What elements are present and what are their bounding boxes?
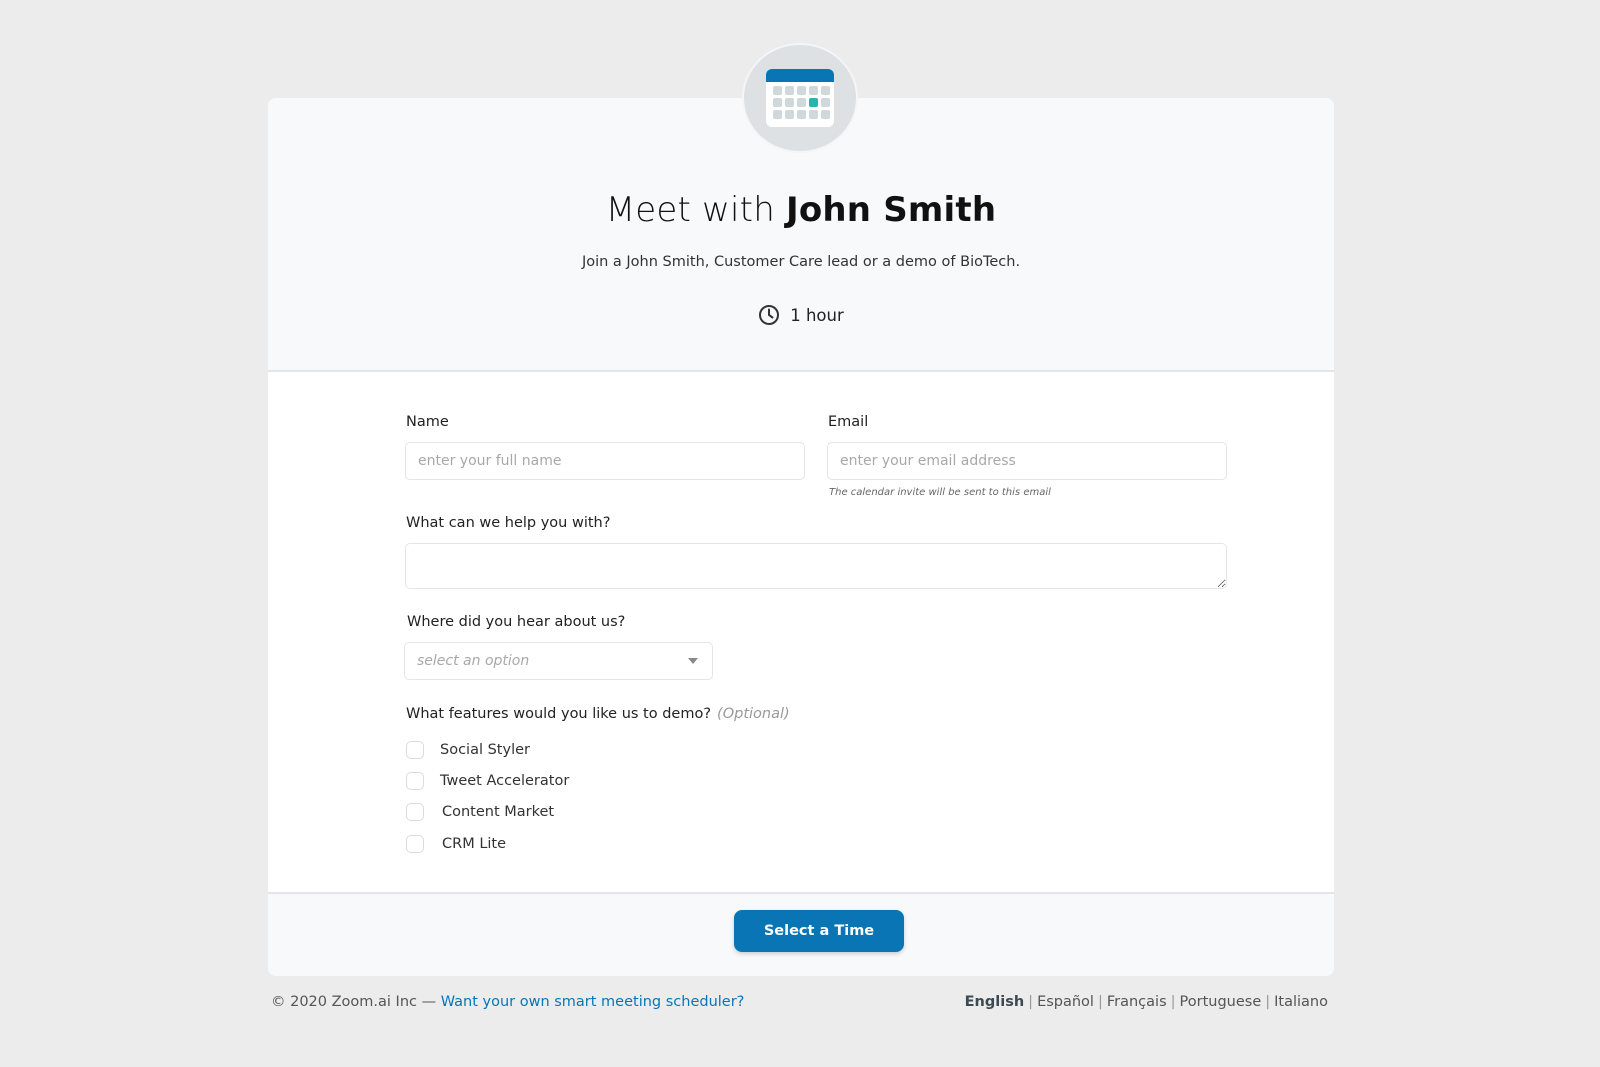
- feature-checkbox-content-market[interactable]: [406, 803, 424, 821]
- feature-option[interactable]: Social Styler: [406, 741, 530, 759]
- language-francais[interactable]: Français: [1107, 994, 1167, 1010]
- optional-tag: (Optional): [717, 706, 790, 722]
- name-input[interactable]: [405, 442, 805, 480]
- features-label: What features would you like us to demo?…: [406, 706, 790, 722]
- card-footer: Select a Time: [268, 892, 1334, 976]
- scheduler-promo-link[interactable]: Want your own smart meeting scheduler?: [441, 994, 745, 1010]
- clock-icon: [759, 305, 780, 325]
- feature-option[interactable]: Tweet Accelerator: [406, 772, 569, 790]
- language-italiano[interactable]: Italiano: [1274, 994, 1328, 1010]
- feature-option[interactable]: Content Market: [406, 803, 554, 821]
- calendar-icon: [766, 69, 834, 127]
- feature-option[interactable]: CRM Lite: [406, 835, 506, 853]
- language-espanol[interactable]: Español: [1037, 994, 1094, 1010]
- copyright: © 2020 Zoom.ai Inc — Want your own smart…: [271, 994, 745, 1010]
- language-switcher: English | Español | Français | Portuguese | Ital…: [964, 994, 1328, 1010]
- email-label: Email: [828, 414, 869, 430]
- host-name: John Smith: [785, 190, 997, 230]
- avatar: [742, 43, 858, 153]
- meeting-duration: 1 hour: [268, 304, 1334, 326]
- email-hint: The calendar invite will be sent to this…: [829, 487, 1051, 498]
- page-title: Meet with John Smith: [605, 190, 997, 230]
- booking-card: Meet with John Smith Join a John Smith, …: [268, 98, 1334, 976]
- booking-form: Name Email The calendar invite will be s…: [268, 374, 1334, 976]
- name-label: Name: [406, 414, 449, 430]
- meeting-description: Join a John Smith, Customer Care lead or…: [581, 254, 1021, 270]
- source-select[interactable]: select an option: [404, 642, 713, 680]
- select-time-button[interactable]: Select a Time: [734, 910, 904, 952]
- help-textarea[interactable]: [405, 543, 1227, 589]
- feature-checkbox-tweet-accelerator[interactable]: [406, 772, 424, 790]
- help-label: What can we help you with?: [406, 515, 611, 531]
- source-label: Where did you hear about us?: [407, 614, 626, 630]
- chevron-down-icon: [688, 658, 698, 664]
- feature-checkbox-social-styler[interactable]: [406, 741, 424, 759]
- language-english[interactable]: English: [965, 994, 1025, 1010]
- feature-checkbox-crm-lite[interactable]: [406, 835, 424, 853]
- source-select-value: select an option: [417, 653, 530, 669]
- email-input[interactable]: [827, 442, 1227, 480]
- duration-text: 1 hour: [790, 305, 844, 325]
- language-portuguese[interactable]: Portuguese: [1180, 994, 1262, 1010]
